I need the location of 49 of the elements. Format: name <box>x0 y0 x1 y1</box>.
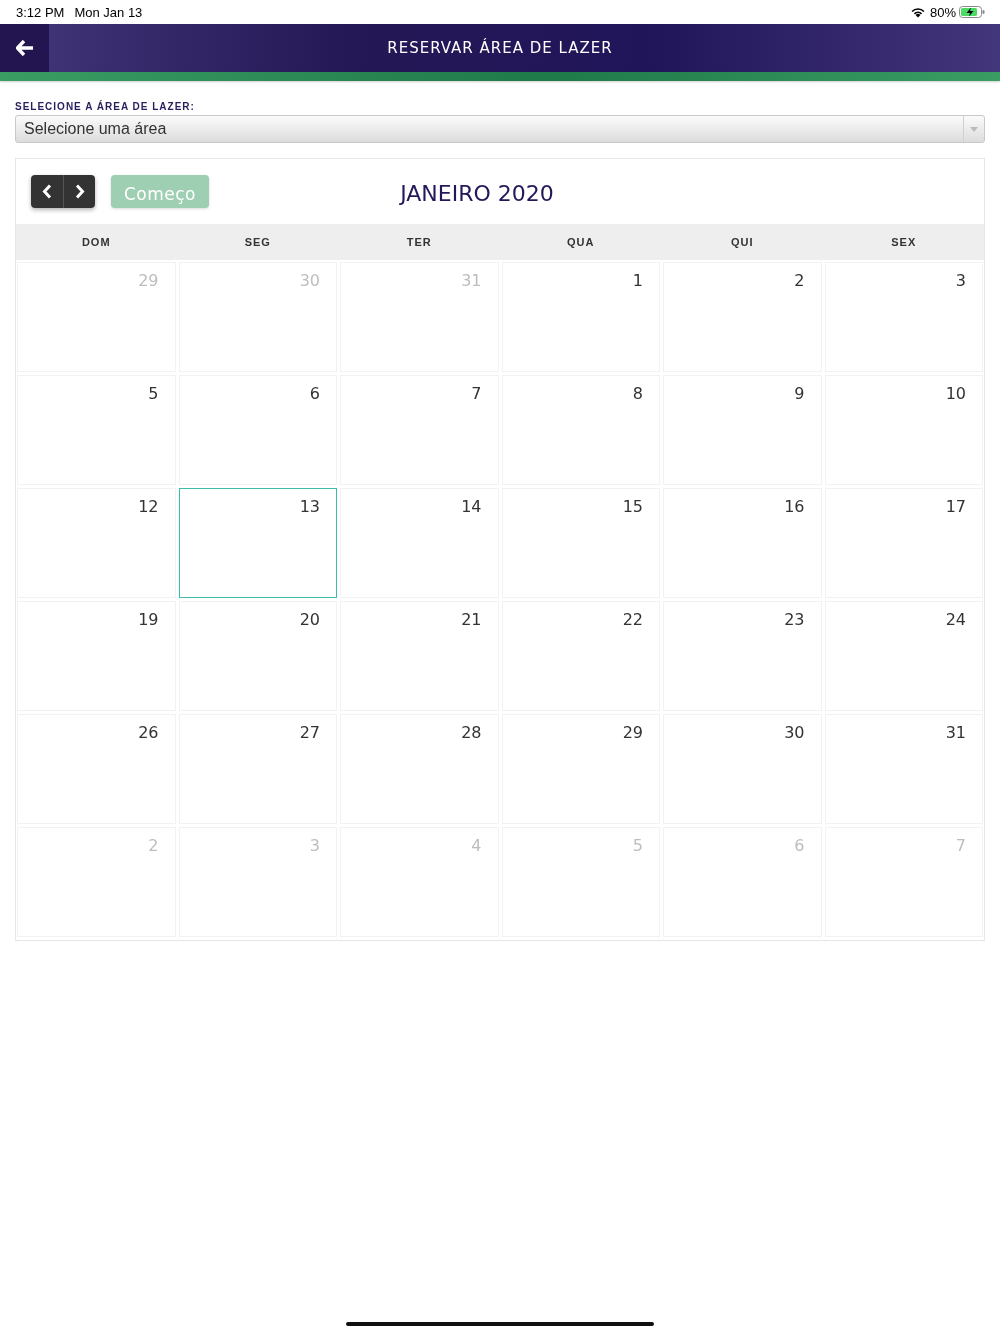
day-cell[interactable]: 3 <box>824 262 983 372</box>
day-cell[interactable]: 27 <box>178 714 337 824</box>
weekday-label: DOM <box>81 236 111 248</box>
weekday-label: QUA <box>567 236 595 248</box>
back-arrow-icon <box>15 40 34 56</box>
wifi-icon <box>909 6 926 18</box>
dropdown-caret-icon <box>970 126 978 132</box>
month-title: JANEIRO 2020 <box>400 180 555 206</box>
day-cell[interactable]: 26 <box>17 714 176 824</box>
weekday-label: SEX <box>891 236 917 248</box>
day-cell[interactable]: 17 <box>824 488 983 598</box>
chevron-right-icon <box>74 184 85 199</box>
weekday-label: QUI <box>730 236 754 248</box>
day-cell[interactable]: 24 <box>824 601 983 711</box>
day-cell[interactable]: 7 <box>340 375 499 485</box>
status-date: Mon Jan 13 <box>74 4 143 20</box>
next-month-button[interactable] <box>63 175 95 208</box>
day-cell[interactable]: 14 <box>340 488 499 598</box>
day-cell[interactable]: 13 <box>178 488 337 598</box>
day-cell[interactable]: 28 <box>340 714 499 824</box>
day-cell[interactable]: 8 <box>501 375 660 485</box>
day-cell[interactable]: 19 <box>17 601 176 711</box>
day-cell[interactable]: 31 <box>824 714 983 824</box>
back-button[interactable] <box>0 24 49 72</box>
weekday-label: SEG <box>244 236 271 248</box>
weekday-label: TER <box>406 236 432 248</box>
day-cell[interactable]: 21 <box>340 601 499 711</box>
status-time: 3:12 PM <box>16 4 65 20</box>
previous-month-button[interactable] <box>31 175 63 208</box>
field-label: SELECIONE A ÁREA DE LAZER: <box>15 101 195 112</box>
battery-charging-icon <box>959 6 985 18</box>
day-cell[interactable]: 15 <box>501 488 660 598</box>
day-cell[interactable]: 29 <box>501 714 660 824</box>
day-cell[interactable]: 20 <box>178 601 337 711</box>
day-cell[interactable]: 6 <box>178 375 337 485</box>
day-cell[interactable]: 10 <box>824 375 983 485</box>
day-cell[interactable]: 9 <box>663 375 822 485</box>
day-cell[interactable]: 30 <box>663 714 822 824</box>
day-cell[interactable]: 22 <box>501 601 660 711</box>
day-cell[interactable]: 2 <box>663 262 822 372</box>
day-cell[interactable]: 1 <box>501 262 660 372</box>
page-title: RESERVAR ÁREA DE LAZER <box>387 39 613 57</box>
battery-percent: 80% <box>929 4 956 20</box>
chevron-left-icon <box>42 184 52 199</box>
day-cell[interactable]: 16 <box>663 488 822 598</box>
area-dropdown[interactable]: Selecione uma área <box>15 115 985 143</box>
day-cell[interactable]: 23 <box>663 601 822 711</box>
day-cell[interactable]: 5 <box>17 375 176 485</box>
day-cell[interactable]: 12 <box>17 488 176 598</box>
